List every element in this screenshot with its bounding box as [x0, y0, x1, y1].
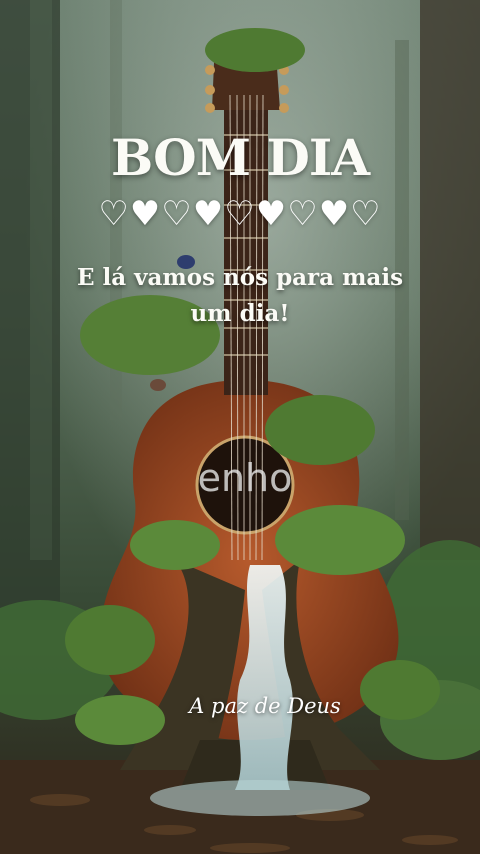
greeting-title: BOM DIA — [110, 128, 370, 187]
signature-text: A paz de Deus — [189, 694, 341, 718]
hearts-row: ♡♥♡♥♡♥♡♥♡ — [98, 194, 382, 234]
greeting-message: E lá vamos nós para mais um dia! — [76, 264, 404, 327]
watermark-text: enho — [197, 456, 293, 500]
